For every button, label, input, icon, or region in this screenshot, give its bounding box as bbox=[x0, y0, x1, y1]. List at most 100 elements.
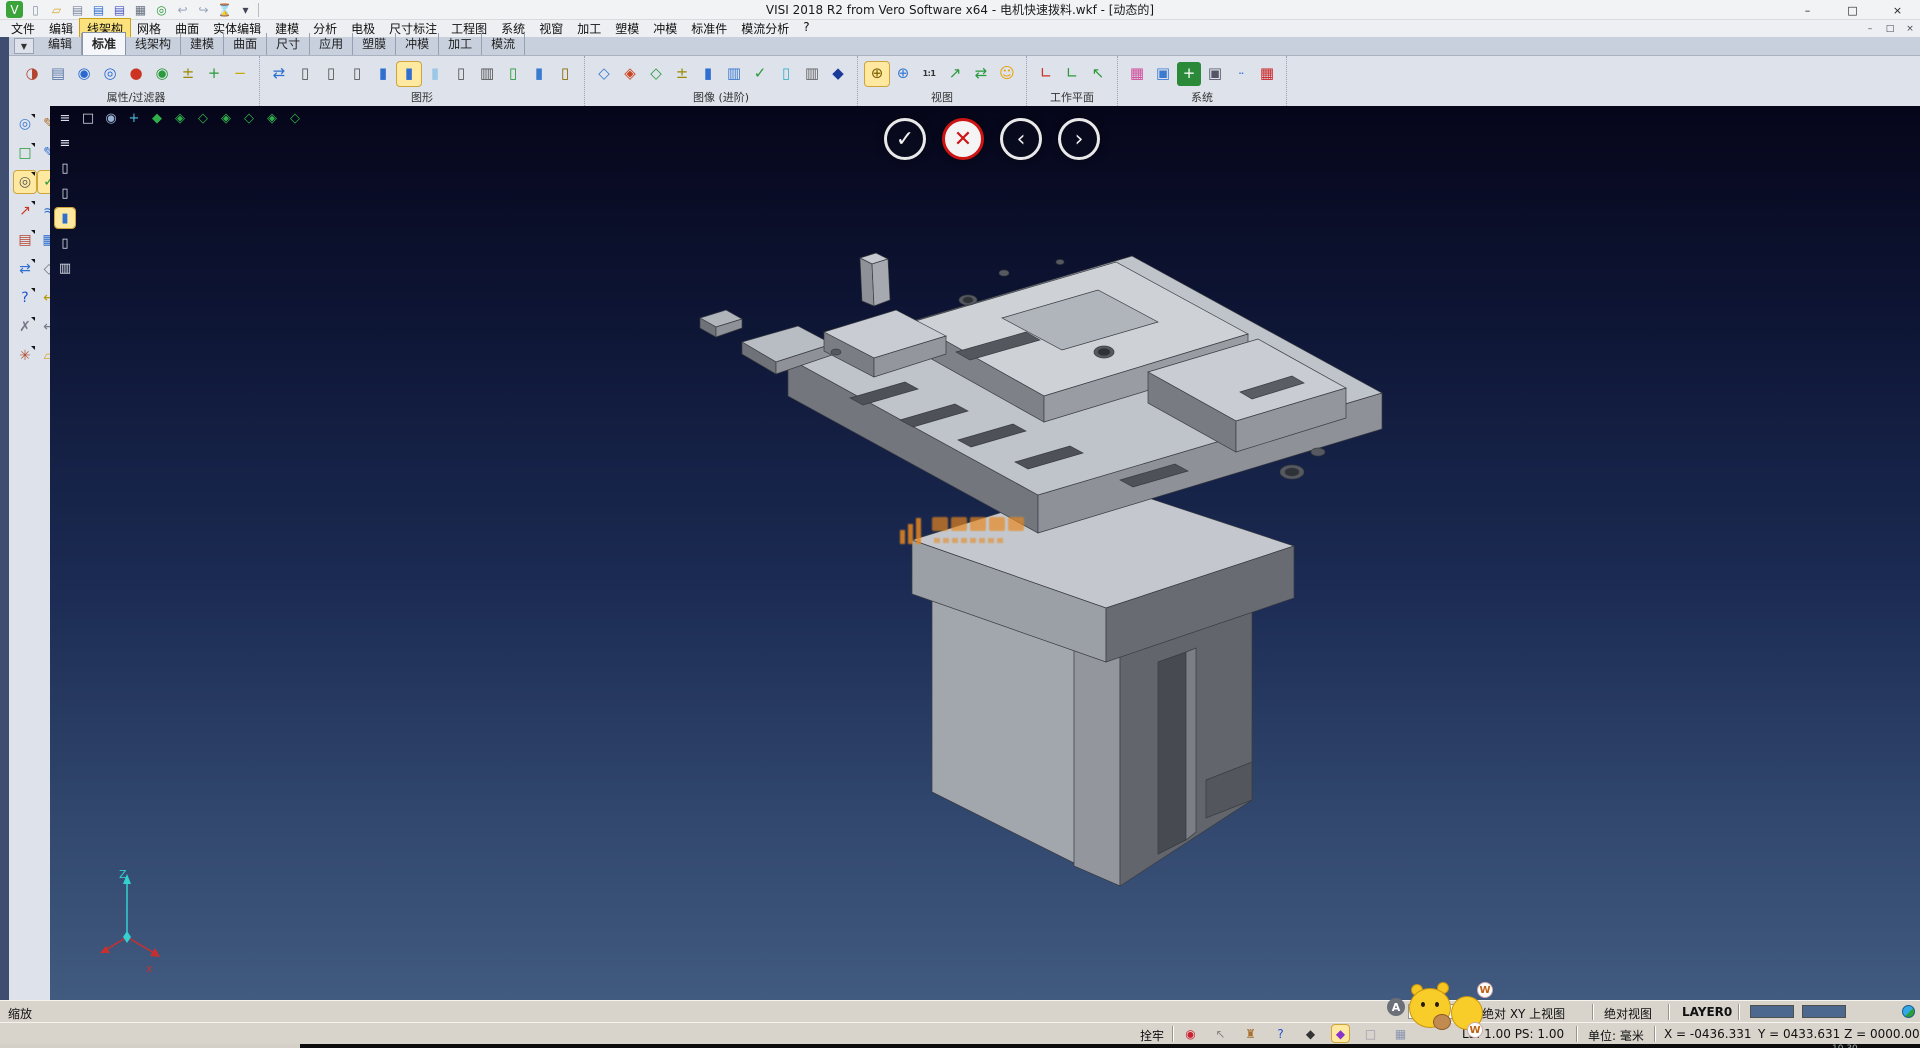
hide-entities-icon[interactable]: ◎ bbox=[98, 62, 122, 86]
report-chart-icon[interactable]: ▦ bbox=[1255, 62, 1279, 86]
active-layer-label[interactable]: LAYER0 bbox=[1682, 1005, 1732, 1019]
tab-list-dropdown[interactable]: ▼ bbox=[14, 38, 34, 54]
transparent-icon[interactable]: ▮ bbox=[423, 62, 447, 86]
solid-toggle-icon[interactable]: ± bbox=[670, 62, 694, 86]
context-help-icon[interactable]: ? bbox=[1272, 1025, 1289, 1042]
image-settings-icon[interactable]: ▣ bbox=[1151, 62, 1175, 86]
window-tools-icon[interactable]: ▣ bbox=[1203, 62, 1227, 86]
session-icon[interactable]: ⌛ bbox=[216, 1, 233, 18]
maximize-button[interactable]: □ bbox=[1830, 0, 1875, 20]
undo-icon[interactable]: ↩ bbox=[174, 1, 191, 18]
mdi-restore-button[interactable]: □ bbox=[1884, 24, 1896, 34]
solid-add-icon[interactable]: ◇ bbox=[592, 62, 616, 86]
view-mode-label[interactable]: 绝对 XY 上视图 bbox=[1482, 1005, 1565, 1022]
import-file-icon[interactable]: ▤ bbox=[69, 1, 86, 18]
view-ne-arrow-icon[interactable]: ↗ bbox=[943, 62, 967, 86]
grab-icon[interactable]: □ bbox=[1362, 1025, 1379, 1042]
left-dock-strip[interactable] bbox=[0, 37, 9, 1000]
color-swatch-1[interactable] bbox=[1750, 1005, 1794, 1018]
menu-item[interactable]: 标准件 bbox=[684, 19, 734, 38]
toolbar-tab[interactable]: 应用 bbox=[310, 33, 353, 55]
stamp-icon[interactable]: ♜ bbox=[1242, 1025, 1259, 1042]
save-file-icon[interactable]: ▤ bbox=[90, 1, 107, 18]
zoom-window-icon[interactable]: ⊕ bbox=[865, 62, 889, 86]
toggle-visibility-icon[interactable]: ± bbox=[176, 62, 200, 86]
close-button[interactable]: × bbox=[1875, 0, 1920, 20]
menu-item[interactable]: 加工 bbox=[570, 19, 608, 38]
menu-item[interactable]: 冲模 bbox=[646, 19, 684, 38]
striped-view-icon[interactable]: ▥ bbox=[722, 62, 746, 86]
menu-item[interactable]: 塑模 bbox=[608, 19, 646, 38]
view-refresh-icon[interactable]: ⇄ bbox=[969, 62, 993, 86]
dynamic-zoom-icon[interactable]: ◎ bbox=[14, 171, 36, 193]
3d-viewport[interactable]: ≡□◉+◆◈◇◈◇◈◇ ≡▯▯▮▯▥ ✓✕‹› bbox=[50, 106, 1920, 1000]
minimize-button[interactable]: – bbox=[1785, 0, 1830, 20]
delete-entity-icon[interactable]: ✗ bbox=[14, 316, 36, 338]
zoom-all-icon[interactable]: ⊕ bbox=[891, 62, 915, 86]
refresh-visibility-icon[interactable]: ◉ bbox=[150, 62, 174, 86]
hatched-icon[interactable]: ▥ bbox=[475, 62, 499, 86]
record-icon[interactable]: ◉ bbox=[1182, 1025, 1199, 1042]
redraw-icon[interactable]: ⇄ bbox=[267, 62, 291, 86]
toolbar-tab[interactable]: 尺寸 bbox=[267, 33, 310, 55]
dashed-hidden-icon[interactable]: ▯ bbox=[345, 62, 369, 86]
layers-palette-icon[interactable]: ▤ bbox=[14, 229, 36, 251]
menu-item[interactable]: 模流分析 bbox=[734, 19, 796, 38]
save-as-icon[interactable]: ▤ bbox=[111, 1, 128, 18]
show-all-icon[interactable]: + bbox=[202, 62, 226, 86]
color-swatch-2[interactable] bbox=[1802, 1005, 1846, 1018]
redo-icon[interactable]: ↪ bbox=[195, 1, 212, 18]
graphics-settings-icon[interactable]: ▯ bbox=[553, 62, 577, 86]
new-file-icon[interactable]: ▯ bbox=[27, 1, 44, 18]
quick-access-more-icon[interactable]: ▾ bbox=[237, 1, 254, 18]
solid-traffic-icon[interactable]: ◈ bbox=[618, 62, 642, 86]
shaded-icon[interactable]: ▮ bbox=[371, 62, 395, 86]
toolbar-tab[interactable]: 线架构 bbox=[126, 33, 181, 55]
shade-options-icon[interactable]: ▯ bbox=[501, 62, 525, 86]
view-reference-label[interactable]: 绝对视图 bbox=[1604, 1005, 1652, 1022]
solid-refresh-icon[interactable]: ◇ bbox=[644, 62, 668, 86]
zoom-one-to-one-icon[interactable]: 1:1 bbox=[917, 62, 941, 86]
move-axis-icon[interactable]: ↗ bbox=[14, 200, 36, 222]
move-points-icon[interactable]: ·· bbox=[1229, 62, 1253, 86]
print-icon[interactable]: ▦ bbox=[132, 1, 149, 18]
attribute-preview-icon[interactable]: ▤ bbox=[46, 62, 70, 86]
help-query-icon[interactable]: ? bbox=[14, 287, 36, 309]
command-input[interactable] bbox=[1408, 1004, 1454, 1019]
system-settings-icon[interactable]: + bbox=[1177, 62, 1201, 86]
ucs-icon[interactable]: ◆ bbox=[1332, 1025, 1349, 1042]
workplane-iso-icon[interactable]: ∟ bbox=[1034, 62, 1058, 86]
toolbar-tab[interactable]: 编辑 bbox=[39, 33, 82, 55]
snap-icon[interactable]: ◆ bbox=[1302, 1025, 1319, 1042]
globe-icon[interactable] bbox=[1902, 1005, 1915, 1018]
menu-item[interactable]: ? bbox=[796, 19, 816, 38]
mdi-minimize-button[interactable]: – bbox=[1864, 24, 1876, 34]
wireframe-icon[interactable]: ▯ bbox=[293, 62, 317, 86]
search-icon[interactable] bbox=[1460, 1006, 1469, 1015]
validate-view-icon[interactable]: ✓ bbox=[748, 62, 772, 86]
attribute-brush-icon[interactable]: ◑ bbox=[20, 62, 44, 86]
rotate-shade-icon[interactable]: ▮ bbox=[527, 62, 551, 86]
color-palette-icon[interactable]: ▦ bbox=[1125, 62, 1149, 86]
cad-model-scene[interactable]: Z x bbox=[50, 106, 1920, 1000]
hidden-line-icon[interactable]: ▯ bbox=[319, 62, 343, 86]
regenerate-icon[interactable]: ⇄ bbox=[14, 258, 36, 280]
toolbar-tab[interactable]: 标准 bbox=[82, 32, 126, 55]
toolbar-tab[interactable]: 加工 bbox=[439, 33, 482, 55]
lock-label[interactable]: 拴牢 bbox=[1140, 1027, 1164, 1044]
options-wheel-icon[interactable]: ✳ bbox=[14, 345, 36, 367]
toolbar-tab[interactable]: 曲面 bbox=[224, 33, 267, 55]
selection-zoom-icon[interactable]: ◎ bbox=[14, 113, 36, 135]
grid-plane-icon[interactable]: ▦ bbox=[1392, 1025, 1409, 1042]
hatch-view-icon[interactable]: ▥ bbox=[800, 62, 824, 86]
shaded-edges-icon[interactable]: ▮ bbox=[397, 62, 421, 86]
mdi-close-button[interactable]: × bbox=[1904, 24, 1916, 34]
fit-frame-icon[interactable]: □ bbox=[14, 142, 36, 164]
toolbar-tab[interactable]: 模流 bbox=[482, 33, 525, 55]
solid-view-icon[interactable]: ▮ bbox=[696, 62, 720, 86]
toolbar-tab[interactable]: 冲模 bbox=[396, 33, 439, 55]
view-smiley-icon[interactable]: ☺ bbox=[995, 62, 1019, 86]
show-entities-icon[interactable]: ◉ bbox=[72, 62, 96, 86]
hide-all-icon[interactable]: − bbox=[228, 62, 252, 86]
cursor-icon[interactable]: ↖ bbox=[1212, 1025, 1229, 1042]
